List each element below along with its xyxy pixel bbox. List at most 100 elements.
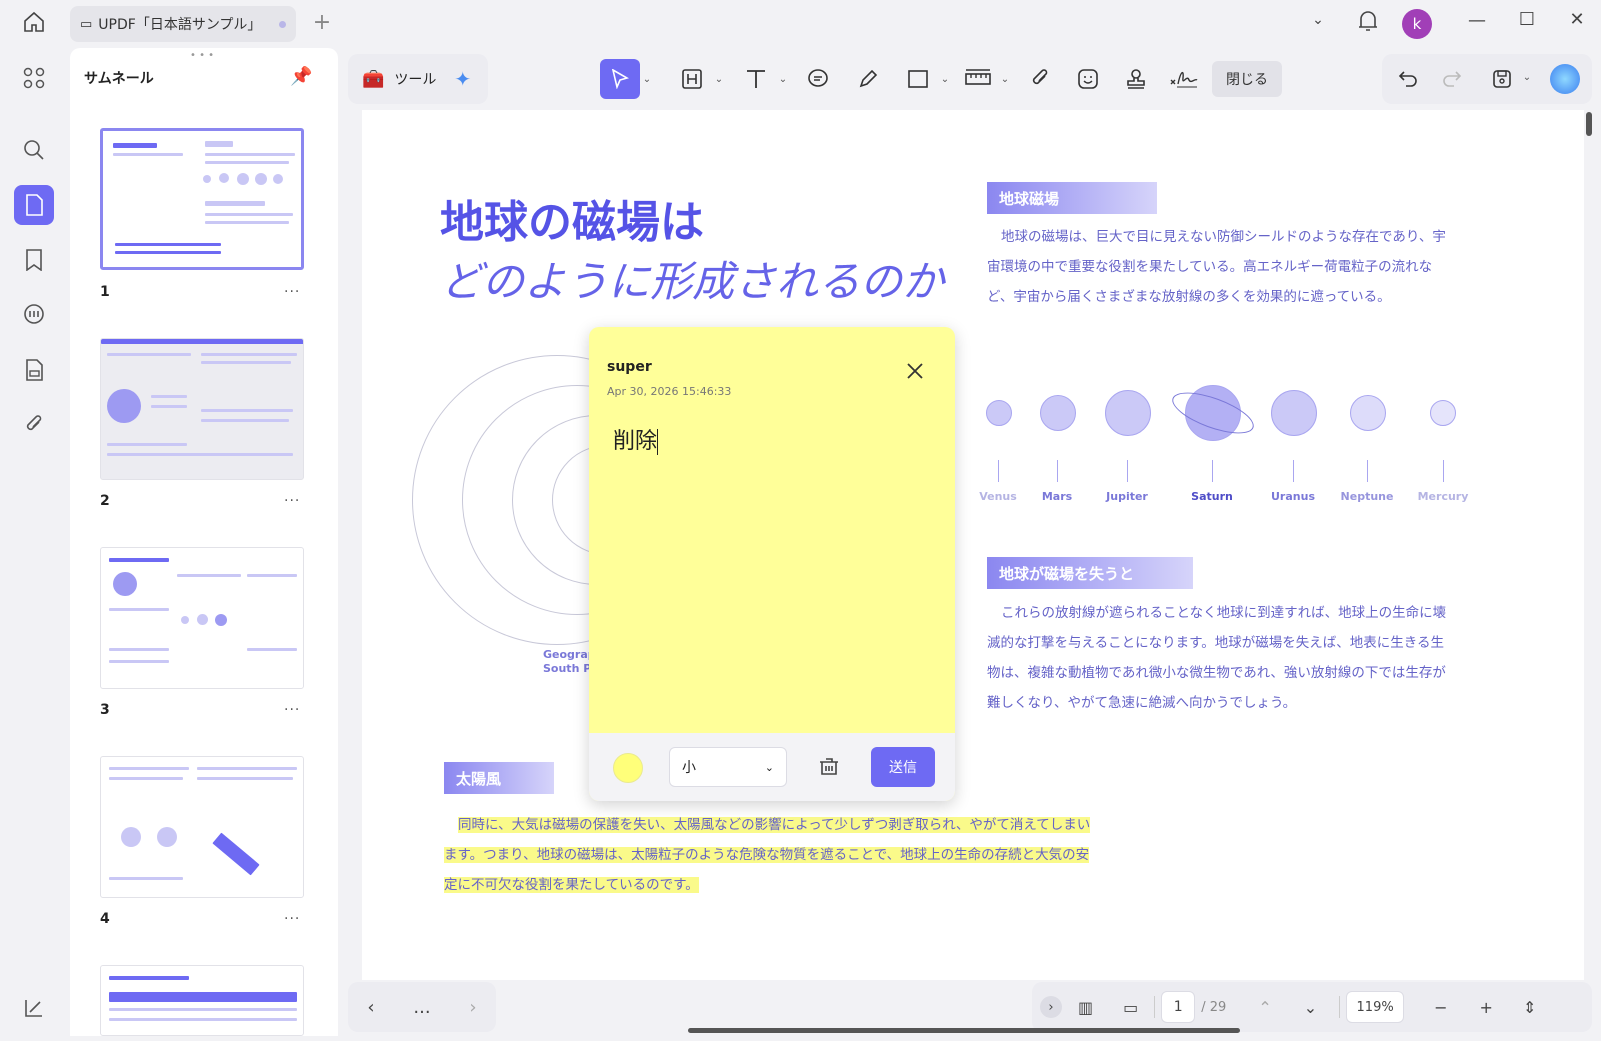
text-icon[interactable] [736, 59, 776, 99]
delete-icon[interactable] [817, 753, 841, 783]
highlighted-paragraph: 同時に、大気は磁場の保護を失い、太陽風などの影響によって少しずつ剥ぎ取られ、やが… [444, 810, 1100, 900]
font-size-select[interactable]: 小 ⌄ [669, 747, 787, 787]
thumbnail-page-3[interactable] [100, 547, 304, 689]
toolbox-icon[interactable]: 🧰 [362, 69, 384, 90]
tab-title: UPDF「日本語サンプル」 [98, 17, 262, 33]
planet-label: Neptune [1340, 490, 1394, 503]
planet-label: Saturn [1191, 490, 1233, 503]
text-caret [657, 429, 659, 455]
section-heading: 地球が磁場を失うと [987, 557, 1193, 589]
attachment-icon[interactable] [14, 405, 54, 445]
save-icon[interactable] [1482, 59, 1522, 99]
bell-icon[interactable] [1353, 9, 1383, 38]
redo-icon[interactable] [1432, 59, 1472, 99]
chevron-down-icon[interactable]: ⌄ [998, 74, 1012, 85]
more-label[interactable]: ... [413, 997, 430, 1018]
planet-uranus [1271, 390, 1317, 436]
document-tab[interactable]: ▭ UPDF「日本語サンプル」 [70, 6, 296, 42]
section-heading: 地球磁場 [987, 182, 1157, 214]
comment-icon[interactable] [798, 59, 838, 99]
attachment-icon[interactable] [1020, 59, 1060, 99]
planet-label: Jupiter [1106, 490, 1148, 503]
zoom-in-icon[interactable]: + [1480, 998, 1493, 1017]
total-pages: / 29 [1201, 999, 1227, 1015]
avatar[interactable]: k [1402, 9, 1432, 39]
chevron-down-icon[interactable]: ⌄ [1303, 12, 1333, 28]
thumbnail-number: 4 [100, 911, 110, 927]
zoom-level[interactable]: 119% [1346, 991, 1405, 1023]
chevron-down-icon[interactable]: ⌄ [712, 74, 726, 85]
chevron-down-icon[interactable]: ⌄ [1304, 998, 1317, 1017]
highlight-icon[interactable] [672, 59, 712, 99]
note-timestamp: Apr 30, 2026 15:46:33 [607, 385, 732, 398]
zoom-out-icon[interactable]: − [1434, 998, 1447, 1017]
thumbnail-page-4[interactable] [100, 756, 304, 898]
thumbnail-more-icon[interactable]: ··· [284, 911, 300, 927]
two-page-view-icon[interactable]: ▥ [1078, 998, 1093, 1017]
tools-label[interactable]: ツール [394, 69, 436, 89]
chevron-right-icon[interactable]: › [469, 997, 476, 1018]
send-button[interactable]: 送信 [871, 747, 935, 787]
settings-panel-icon[interactable] [14, 988, 54, 1028]
chevron-down-icon[interactable]: ⌄ [640, 74, 654, 85]
sticker-icon[interactable] [1068, 59, 1108, 99]
chevron-down-icon[interactable]: ⌄ [1520, 72, 1534, 83]
close-window-icon[interactable]: ✕ [1562, 9, 1592, 30]
fit-page-icon[interactable]: ⇕ [1523, 998, 1536, 1017]
thumbnail-more-icon[interactable]: ··· [284, 284, 300, 300]
apps-grid-icon[interactable] [14, 58, 54, 98]
home-icon[interactable] [19, 10, 49, 39]
undo-icon[interactable] [1388, 59, 1428, 99]
collapse-arrow-icon[interactable]: › [1040, 996, 1062, 1018]
section-heading: 太陽風 [444, 762, 554, 794]
page-history-nav: ‹ ... › [348, 982, 496, 1032]
close-icon[interactable] [905, 361, 925, 387]
annotation-toolbar: ⌄ ⌄ ⌄ ⌄ ⌄ 閉じる [600, 54, 1332, 104]
note-color-picker[interactable] [613, 753, 643, 783]
chevron-down-icon: ⌄ [764, 760, 774, 774]
select-cursor-icon[interactable] [600, 59, 640, 99]
section-body: 地球の磁場は、巨大で目に見えない防御シールドのような存在であり、宇宙環境の中で重… [987, 229, 1446, 305]
pin-icon[interactable]: 📌 [290, 66, 312, 87]
presentation-icon[interactable]: ▭ [1123, 998, 1138, 1017]
thumbnail-more-icon[interactable]: ··· [284, 493, 300, 509]
thumbnail-page-1[interactable] [100, 128, 304, 270]
form-icon[interactable] [14, 350, 54, 390]
section-body: これらの放射線が遮られることなく地球に到達すれば、地球上の生命に壊滅的な打撃を与… [987, 605, 1447, 711]
thumbnail-more-icon[interactable]: ··· [284, 702, 300, 718]
close-button[interactable]: 閉じる [1212, 61, 1282, 97]
page-number-input[interactable]: 1 [1161, 991, 1196, 1023]
thumbnails-icon[interactable] [14, 185, 54, 225]
thumbnail-page-5[interactable] [100, 965, 304, 1036]
chevron-down-icon[interactable]: ⌄ [938, 74, 952, 85]
maximize-icon[interactable]: ☐ [1512, 9, 1542, 30]
signature-icon[interactable] [1164, 59, 1204, 99]
unsaved-dot-icon [279, 20, 286, 28]
chevron-left-icon[interactable]: ‹ [367, 997, 374, 1018]
horizontal-scrollbar[interactable] [688, 1028, 1240, 1033]
chevron-up-icon[interactable]: ⌃ [1258, 998, 1271, 1017]
highlight-text[interactable]: 同時に、大気は磁場の保護を失い、太陽風などの影響によって少しずつ剥ぎ取られ、やが… [444, 817, 1091, 893]
note-text-input[interactable]: 削除 [613, 423, 659, 455]
doc-title-line1: 地球の磁場は [440, 197, 704, 248]
thumbnail-page-2[interactable] [100, 338, 304, 480]
vertical-scrollbar[interactable] [1586, 112, 1592, 136]
search-icon[interactable] [14, 130, 54, 170]
ai-sparkle-icon[interactable]: ✦ [454, 67, 471, 91]
pencil-icon[interactable] [848, 59, 888, 99]
measure-icon[interactable] [958, 59, 998, 99]
doc-title-line2: どのように形成されるのか [440, 257, 945, 306]
resize-handle[interactable]: • • • [190, 50, 214, 61]
minimize-icon[interactable]: — [1462, 10, 1492, 31]
edit-actions-group: ⌄ [1382, 54, 1592, 104]
new-tab-icon[interactable]: + [307, 10, 337, 35]
ai-assistant-icon[interactable] [1550, 64, 1580, 94]
chevron-down-icon[interactable]: ⌄ [776, 74, 790, 85]
bookmark-icon[interactable] [14, 240, 54, 280]
stamp-icon[interactable] [1116, 59, 1156, 99]
planet-label: Mars [1041, 490, 1073, 503]
planet-jupiter [1105, 390, 1151, 436]
comments-icon[interactable] [14, 295, 54, 335]
rectangle-icon[interactable] [898, 59, 938, 99]
note-footer: 小 ⌄ 送信 [589, 733, 955, 801]
